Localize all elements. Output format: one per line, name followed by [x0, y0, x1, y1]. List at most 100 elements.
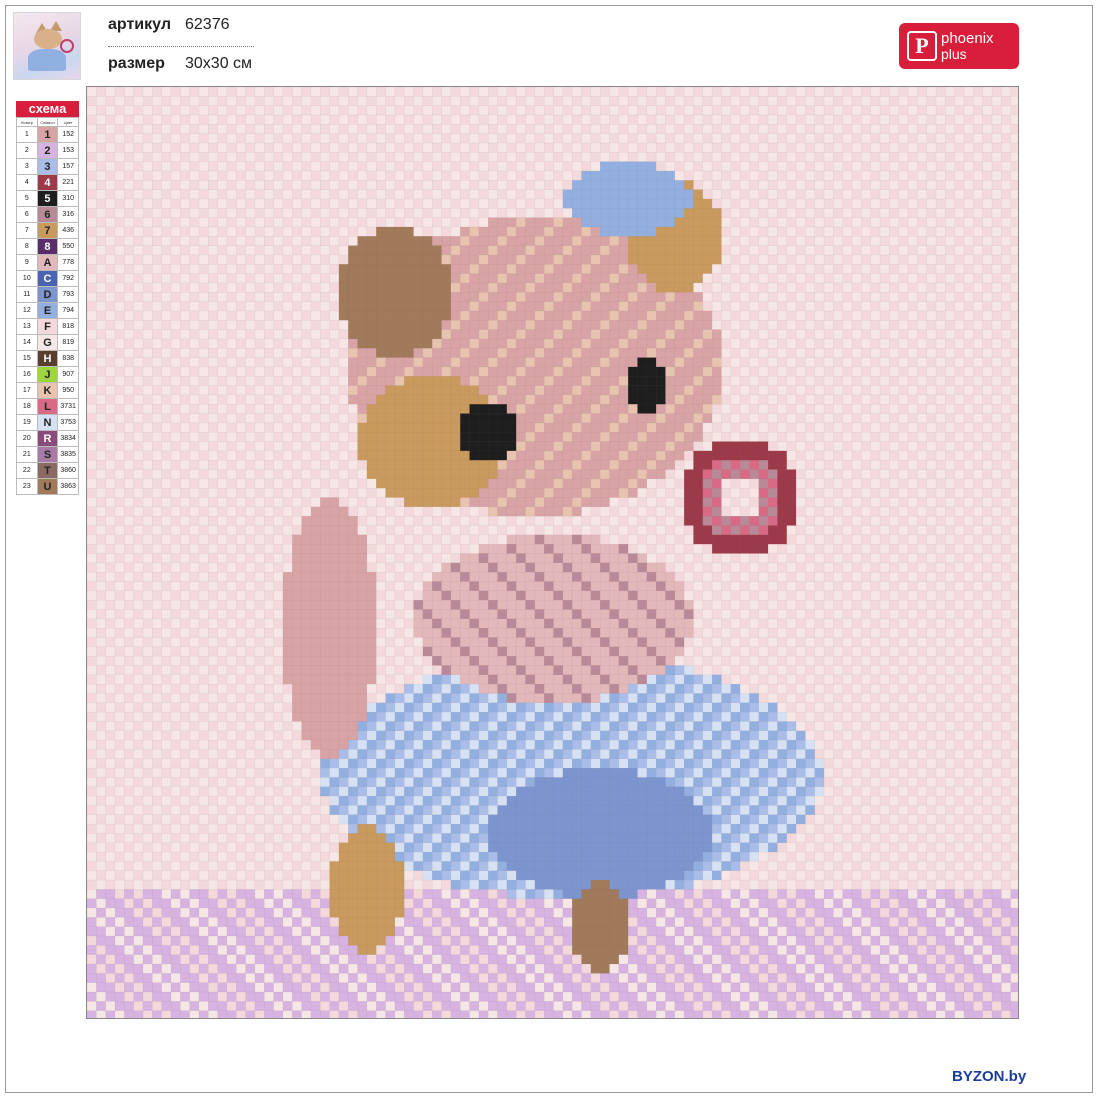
legend-symbol: 5: [36, 190, 59, 207]
legend-row: 2 2 153: [16, 142, 79, 159]
legend-symbol: 6: [36, 206, 59, 223]
legend-symbol: K: [36, 382, 59, 399]
thumb-head: [34, 29, 62, 49]
legend-symbol: 8: [36, 238, 59, 255]
legend-number: 10: [16, 270, 38, 287]
legend-color-code: 310: [57, 190, 79, 207]
legend-symbol: 2: [36, 142, 59, 159]
legend-number: 5: [16, 190, 38, 207]
legend-number: 4: [16, 174, 38, 191]
watermark: BYZON.by: [952, 1068, 1027, 1085]
legend-color-code: 819: [57, 334, 79, 351]
legend-row: 3 3 157: [16, 158, 79, 175]
legend-color-code: 153: [57, 142, 79, 159]
legend-symbol: 1: [36, 126, 59, 143]
legend-number: 7: [16, 222, 38, 239]
legend-color-code: 778: [57, 254, 79, 271]
legend-color-code: 221: [57, 174, 79, 191]
legend-symbol: H: [36, 350, 59, 367]
legend-row: 12 E 794: [16, 302, 79, 319]
legend-row: 17 K 950: [16, 382, 79, 399]
legend-number: 6: [16, 206, 38, 223]
legend-color-code: 838: [57, 350, 79, 367]
legend-number: 23: [16, 478, 38, 495]
legend-color-code: 3834: [57, 430, 79, 447]
legend-color-code: 793: [57, 286, 79, 303]
legend-number: 19: [16, 414, 38, 431]
mosaic-scheme-image: [87, 87, 1018, 1018]
legend-row: 14 G 819: [16, 334, 79, 351]
brand-logo: P phoenix plus: [899, 23, 1019, 69]
legend-header-row: Номер Символ Цвет: [16, 117, 79, 127]
legend-color-code: 550: [57, 238, 79, 255]
color-legend: схема Номер Символ Цвет 1 1 152 2 2 153 3 3 157 4…: [16, 101, 79, 495]
size-value: 30x30 см: [185, 55, 253, 72]
legend-color-code: 792: [57, 270, 79, 287]
legend-row: 9 A 778: [16, 254, 79, 271]
legend-color-code: 818: [57, 318, 79, 335]
legend-symbol: N: [36, 414, 59, 431]
legend-symbol: 3: [36, 158, 59, 175]
legend-symbol: L: [36, 398, 59, 415]
legend-symbol: T: [36, 462, 59, 479]
legend-number: 12: [16, 302, 38, 319]
legend-col-symbol: Символ: [36, 117, 59, 127]
legend-row: 11 D 793: [16, 286, 79, 303]
legend-row: 21 S 3835: [16, 446, 79, 463]
legend-symbol: 7: [36, 222, 59, 239]
logo-line2: plus: [941, 46, 967, 62]
legend-number: 9: [16, 254, 38, 271]
legend-row: 6 6 316: [16, 206, 79, 223]
legend-number: 15: [16, 350, 38, 367]
legend-number: 20: [16, 430, 38, 447]
legend-symbol: S: [36, 446, 59, 463]
legend-symbol: G: [36, 334, 59, 351]
legend-col-color: Цвет: [57, 117, 79, 127]
size-row: размер 30x30 см: [108, 55, 254, 81]
legend-table: Номер Символ Цвет 1 1 152 2 2 153 3 3 157 4 4 221 5 5…: [16, 117, 79, 495]
legend-color-code: 3860: [57, 462, 79, 479]
legend-row: 13 F 818: [16, 318, 79, 335]
legend-number: 2: [16, 142, 38, 159]
legend-row: 22 T 3860: [16, 462, 79, 479]
legend-symbol: A: [36, 254, 59, 271]
thumb-dress: [28, 49, 66, 71]
legend-number: 18: [16, 398, 38, 415]
legend-body: 1 1 152 2 2 153 3 3 157 4 4 221 5 5 310 6 6 316 7 7 436 8 8 550…: [16, 126, 79, 495]
legend-color-code: 157: [57, 158, 79, 175]
preview-thumbnail-image: [13, 12, 81, 80]
legend-row: 7 7 436: [16, 222, 79, 239]
legend-color-code: 950: [57, 382, 79, 399]
legend-title: схема: [16, 101, 79, 117]
legend-color-code: 436: [57, 222, 79, 239]
legend-number: 8: [16, 238, 38, 255]
article-label: артикул: [108, 16, 171, 33]
legend-number: 13: [16, 318, 38, 335]
legend-color-code: 3863: [57, 478, 79, 495]
legend-color-code: 794: [57, 302, 79, 319]
legend-color-code: 316: [57, 206, 79, 223]
legend-symbol: D: [36, 286, 59, 303]
legend-row: 8 8 550: [16, 238, 79, 255]
legend-number: 3: [16, 158, 38, 175]
legend-row: 18 L 3731: [16, 398, 79, 415]
legend-row: 16 J 907: [16, 366, 79, 383]
logo-mark: P: [907, 31, 937, 61]
legend-number: 21: [16, 446, 38, 463]
legend-symbol: E: [36, 302, 59, 319]
logo-line1: phoenix: [941, 30, 994, 47]
mosaic-scheme-grid: [86, 86, 1019, 1019]
legend-row: 15 H 838: [16, 350, 79, 367]
legend-symbol: J: [36, 366, 59, 383]
legend-symbol: F: [36, 318, 59, 335]
legend-symbol: 4: [36, 174, 59, 191]
legend-number: 22: [16, 462, 38, 479]
legend-color-code: 3835: [57, 446, 79, 463]
legend-number: 1: [16, 126, 38, 143]
legend-color-code: 152: [57, 126, 79, 143]
thumb-flower: [60, 39, 74, 53]
legend-row: 1 1 152: [16, 126, 79, 143]
product-info: артикул 62376 размер 30x30 см: [108, 16, 254, 81]
legend-row: 4 4 221: [16, 174, 79, 191]
size-label: размер: [108, 55, 165, 72]
